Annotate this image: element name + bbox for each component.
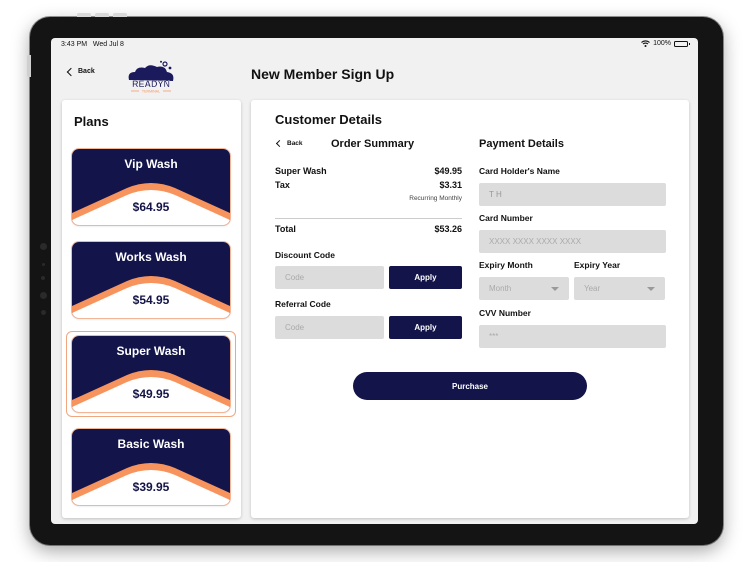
line-item-label: Super Wash <box>275 166 327 176</box>
plan-card[interactable]: Works Wash $54.95 <box>72 242 230 318</box>
dropdown-arrow-icon <box>647 287 655 291</box>
plan-card[interactable]: Basic Wash $39.95 <box>72 429 230 505</box>
plan-name: Vip Wash <box>124 157 178 171</box>
referral-apply-button[interactable]: Apply <box>389 316 462 339</box>
camera-sensor <box>41 276 45 280</box>
logo-text: READYN <box>132 79 170 89</box>
payment-details-title: Payment Details <box>479 138 564 150</box>
total-label: Total <box>275 224 296 234</box>
line-item-label: Tax <box>275 180 290 190</box>
plan-price: $54.95 <box>132 293 170 307</box>
line-item-value: $49.95 <box>434 166 462 176</box>
expiry-month-label: Expiry Month <box>479 260 533 270</box>
cvv-label: CVV Number <box>479 308 531 318</box>
expiry-year-value: Year <box>584 284 601 293</box>
expiry-year-label: Expiry Year <box>574 260 621 270</box>
wifi-icon <box>641 40 650 47</box>
device-button <box>95 13 109 17</box>
page-title: New Member Sign Up <box>251 66 395 82</box>
chevron-left-icon <box>66 67 76 76</box>
plan-name: Super Wash <box>116 344 186 358</box>
plan-name: Basic Wash <box>117 437 185 451</box>
customer-details-panel: Customer Details Back Order Summary Supe… <box>251 100 689 518</box>
cvv-input[interactable]: *** <box>479 325 666 348</box>
camera-sensor <box>40 292 47 299</box>
plan-card[interactable]: Super Wash $49.95 <box>72 336 230 412</box>
plans-title: Plans <box>74 114 109 129</box>
logo-subtext: TERMINAL <box>142 90 160 94</box>
customer-details-title: Customer Details <box>275 112 382 127</box>
chevron-left-icon <box>275 139 284 148</box>
plan-price: $39.95 <box>132 480 170 494</box>
status-date: Wed Jul 8 <box>92 41 124 48</box>
card-holder-label: Card Holder's Name <box>479 166 560 176</box>
expiry-month-value: Month <box>489 284 512 293</box>
card-number-input[interactable]: XXXX XXXX XXXX XXXX <box>479 230 666 253</box>
referral-code-label: Referral Code <box>275 299 331 309</box>
battery-icon <box>674 40 690 47</box>
dropdown-arrow-icon <box>551 287 559 291</box>
back-label: Back <box>287 140 303 147</box>
expiry-month-select[interactable]: Month <box>479 277 569 300</box>
card-number-label: Card Number <box>479 213 533 223</box>
total-row: Total $53.26 <box>275 224 462 234</box>
line-item-row: Tax $3.31 <box>275 180 462 190</box>
status-bar: 3:43 PM Wed Jul 8 100% <box>51 38 698 52</box>
device-button <box>77 13 91 17</box>
device-side-button <box>27 55 31 77</box>
battery-percent: 100% <box>653 40 671 47</box>
plans-panel: Plans Vip Wash $64.95 Works Wash $54.95 Supe… <box>62 100 241 518</box>
line-item-value: $3.31 <box>439 180 462 190</box>
order-summary-back-button[interactable]: Back <box>275 139 303 148</box>
plan-price: $49.95 <box>132 387 170 401</box>
camera-sensor <box>40 243 47 250</box>
line-item-row: Super Wash $49.95 <box>275 166 462 176</box>
readyn-logo: READYN TERMINAL <box>128 60 174 94</box>
camera-sensor <box>42 263 45 266</box>
camera-sensor <box>41 310 46 315</box>
recurring-note: Recurring Monthly <box>409 195 462 202</box>
app-screen: 3:43 PM Wed Jul 8 100% Back READYN TERMI… <box>51 38 698 524</box>
total-value: $53.26 <box>434 224 462 234</box>
discount-code-input[interactable]: Code <box>275 266 384 289</box>
purchase-button[interactable]: Purchase <box>353 372 587 400</box>
expiry-year-select[interactable]: Year <box>574 277 665 300</box>
plan-name: Works Wash <box>115 250 187 264</box>
summary-divider <box>275 218 462 219</box>
referral-code-input[interactable]: Code <box>275 316 384 339</box>
card-holder-input[interactable]: T H <box>479 183 666 206</box>
header-back-button[interactable]: Back <box>66 67 95 76</box>
back-label: Back <box>78 68 95 75</box>
discount-code-label: Discount Code <box>275 250 335 260</box>
discount-apply-button[interactable]: Apply <box>389 266 462 289</box>
order-summary-title: Order Summary <box>331 138 415 150</box>
device-button <box>113 13 127 17</box>
status-time: 3:43 PM <box>61 41 88 48</box>
plan-price: $64.95 <box>132 200 170 214</box>
plan-card[interactable]: Vip Wash $64.95 <box>72 149 230 225</box>
